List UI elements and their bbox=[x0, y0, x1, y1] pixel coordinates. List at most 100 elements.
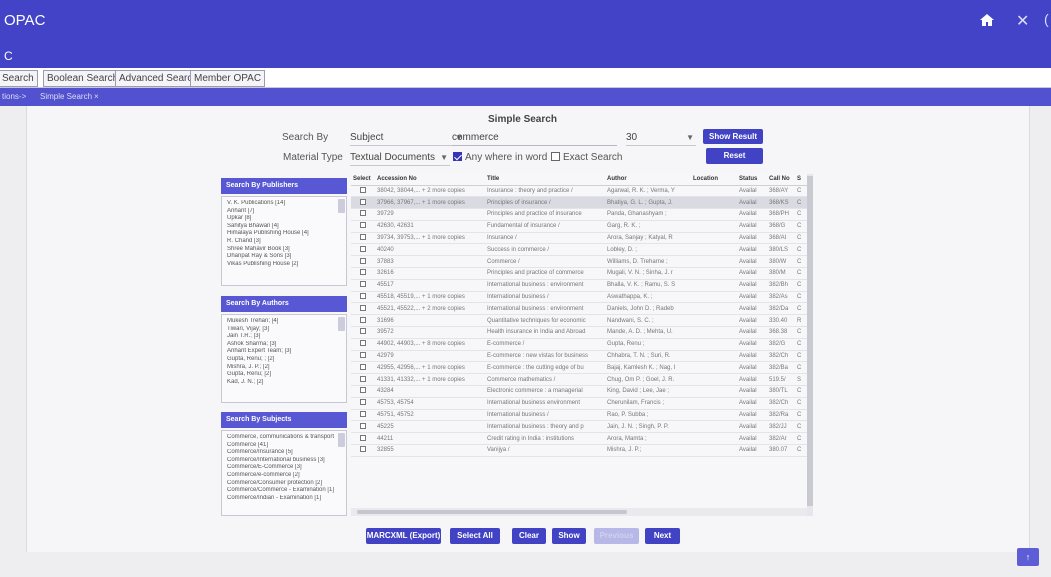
table-row[interactable]: 45518, 45519,... + 1 more copies Internat… bbox=[351, 291, 807, 304]
arrow-up-icon[interactable]: ↑ bbox=[1017, 548, 1039, 566]
table-row[interactable]: 42955, 42956,... + 1 more copies E-commer… bbox=[351, 361, 807, 375]
author-item[interactable]: Gupta, Renu; ; [2] bbox=[227, 356, 334, 364]
publisher-item[interactable]: Vikas Publishing House [2] bbox=[227, 261, 334, 269]
table-row[interactable]: 45753, 45754 International business envir… bbox=[351, 397, 807, 410]
table-row[interactable]: 44902, 44903,... + 8 more copies E-commer… bbox=[351, 338, 807, 351]
subject-item[interactable]: Commerce, communications & transportatio… bbox=[227, 434, 334, 442]
table-row[interactable]: 39572 Health insurance in India and Abroa… bbox=[351, 326, 807, 339]
table-row[interactable]: 40240 Success in commerce / Lobley, D. ; Av… bbox=[351, 243, 807, 257]
row-checkbox[interactable] bbox=[360, 328, 366, 335]
subject-item[interactable]: Commerce/Insurance [5] bbox=[227, 449, 334, 457]
results-hscroll-thumb[interactable] bbox=[357, 510, 627, 514]
row-checkbox[interactable] bbox=[360, 269, 366, 276]
table-row[interactable]: 44211 Credit rating in India : institutio… bbox=[351, 432, 807, 446]
exact-search-option[interactable]: Exact Search bbox=[551, 152, 622, 163]
author-item[interactable]: Jain T.R.; [3] bbox=[227, 333, 334, 341]
table-row[interactable]: 39734, 39753,... + 1 more copies Insuranc… bbox=[351, 232, 807, 245]
table-row[interactable]: 45517 International business : environmen… bbox=[351, 279, 807, 292]
table-row[interactable]: 42979 E-commerce : new vistas for busines… bbox=[351, 350, 807, 363]
row-checkbox[interactable] bbox=[360, 399, 366, 406]
row-checkbox[interactable] bbox=[360, 281, 366, 288]
row-checkbox[interactable] bbox=[360, 210, 366, 217]
publisher-item[interactable]: Sahitya Bhawan [4] bbox=[227, 223, 334, 231]
publishers-list[interactable]: V. K. Publications [14] Arihant [7] Upkar … bbox=[221, 196, 347, 286]
search-by-select[interactable]: Subject ▼ bbox=[350, 130, 465, 146]
tab-boolean-search[interactable]: Boolean Search bbox=[43, 70, 123, 87]
publisher-item[interactable]: Upkar [8] bbox=[227, 215, 334, 223]
row-checkbox[interactable] bbox=[360, 411, 366, 418]
row-checkbox[interactable] bbox=[360, 257, 366, 264]
row-checkbox[interactable] bbox=[360, 434, 366, 441]
breadcrumb-current[interactable]: Simple Search bbox=[40, 92, 92, 101]
row-checkbox[interactable] bbox=[360, 446, 366, 453]
material-type-select[interactable]: Textual Documents ▼ bbox=[350, 150, 450, 166]
table-row[interactable]: 43284 Electronic commerce : a managerial K… bbox=[351, 385, 807, 398]
subjects-scrollbar[interactable] bbox=[338, 433, 345, 447]
table-row[interactable]: 41331, 41332,... + 1 more copies Commerce… bbox=[351, 373, 807, 387]
result-count-select[interactable]: 30 ▼ bbox=[626, 130, 696, 146]
row-checkbox[interactable] bbox=[360, 363, 366, 370]
author-item[interactable]: Tiwari, Vijay; [3] bbox=[227, 326, 334, 334]
breadcrumb-close-icon[interactable]: × bbox=[94, 92, 99, 101]
row-checkbox[interactable] bbox=[360, 198, 366, 205]
table-row[interactable]: 31696 Quantitative techniques for economi… bbox=[351, 314, 807, 328]
table-row[interactable]: 42630, 42631 Fundamental of insurance / Ga… bbox=[351, 220, 807, 233]
row-checkbox[interactable] bbox=[360, 293, 366, 300]
close-icon[interactable]: ✕ bbox=[1016, 11, 1029, 31]
authors-list[interactable]: Mukesh Trehan; [4] Tiwari, Vijay; [3] Jain… bbox=[221, 314, 347, 403]
table-row[interactable]: 45225 International business : theory and… bbox=[351, 420, 807, 434]
subject-item[interactable]: Commerce/Indian - Examination [1] bbox=[227, 495, 334, 503]
row-checkbox[interactable] bbox=[360, 245, 366, 252]
tab-simple-search[interactable]: Search bbox=[0, 70, 38, 87]
publisher-item[interactable]: Arihant [7] bbox=[227, 208, 334, 216]
author-item[interactable]: Gupta, Renu; [2] bbox=[227, 371, 334, 379]
row-checkbox[interactable] bbox=[360, 387, 366, 394]
clear-button[interactable]: Clear bbox=[512, 528, 546, 544]
row-checkbox[interactable] bbox=[360, 340, 366, 347]
any-where-option[interactable]: Any where in word bbox=[453, 152, 547, 163]
row-checkbox[interactable] bbox=[360, 352, 366, 359]
author-item[interactable]: Kad, J. N.; [2] bbox=[227, 379, 334, 387]
search-input[interactable]: commerce bbox=[452, 130, 617, 146]
previous-button[interactable]: Previous bbox=[594, 528, 639, 544]
author-item[interactable]: Ashok Sharma; [3] bbox=[227, 341, 334, 349]
table-row[interactable]: 45521, 45522,... + 2 more copies Internat… bbox=[351, 302, 807, 316]
results-scroll-thumb[interactable] bbox=[807, 176, 813, 506]
table-row[interactable]: 37883 Commerce / Williams, D. Treharne ; Av… bbox=[351, 255, 807, 269]
author-item[interactable]: Mukesh Trehan; [4] bbox=[227, 318, 334, 326]
publisher-item[interactable]: Himalaya Publishing House [4] bbox=[227, 230, 334, 238]
row-checkbox[interactable] bbox=[360, 375, 366, 382]
row-checkbox[interactable] bbox=[360, 222, 366, 229]
row-checkbox[interactable] bbox=[360, 304, 366, 311]
subject-item[interactable]: Commerce/International business [3] bbox=[227, 457, 334, 465]
exact-search-checkbox[interactable] bbox=[551, 152, 560, 161]
results-vertical-scrollbar[interactable] bbox=[807, 174, 813, 516]
table-row[interactable]: 45751, 45752 International business / Rao,… bbox=[351, 409, 807, 422]
table-row[interactable]: 37966, 37967,... + 1 more copies Principl… bbox=[351, 196, 807, 210]
subject-item[interactable]: Commerce/e-commerce [2] bbox=[227, 472, 334, 480]
authors-scrollbar[interactable] bbox=[338, 317, 345, 331]
author-item[interactable]: Mishra, J. P.; [2] bbox=[227, 364, 334, 372]
tab-advanced-search[interactable]: Advanced Search bbox=[115, 70, 202, 87]
tab-member-opac[interactable]: Member OPAC bbox=[190, 70, 266, 87]
marcxml-export-button[interactable]: MARCXML (Export) bbox=[366, 528, 441, 544]
row-checkbox[interactable] bbox=[360, 316, 366, 323]
show-result-button[interactable]: Show Result bbox=[703, 129, 763, 144]
publisher-item[interactable]: Shree Mahavir Book [3] bbox=[227, 246, 334, 254]
table-row[interactable]: 39729 Principles and practice of insuranc… bbox=[351, 208, 807, 221]
subject-item[interactable]: Commerce [41] bbox=[227, 442, 334, 450]
publisher-item[interactable]: V. K. Publications [14] bbox=[227, 200, 334, 208]
next-button[interactable]: Next bbox=[645, 528, 680, 544]
publishers-scrollbar[interactable] bbox=[338, 199, 345, 213]
table-row[interactable]: 32855 Vanijya / Mishra, J. P.; Availal 380.0… bbox=[351, 444, 807, 457]
table-row[interactable]: 32616 Principles and practice of commerce… bbox=[351, 267, 807, 280]
publisher-item[interactable]: R. Chand [3] bbox=[227, 238, 334, 246]
row-checkbox[interactable] bbox=[360, 234, 366, 241]
table-row[interactable]: 38042, 38044,... + 2 more copies Insuranc… bbox=[351, 185, 807, 198]
results-horizontal-scrollbar[interactable] bbox=[351, 508, 807, 516]
subject-item[interactable]: Commerce/E-Commerce [3] bbox=[227, 464, 334, 472]
breadcrumb-parent[interactable]: tions-> bbox=[2, 92, 26, 101]
show-button[interactable]: Show bbox=[552, 528, 586, 544]
reset-button[interactable]: Reset bbox=[706, 148, 763, 164]
publisher-item[interactable]: Dhanpat Ray & Sons [3] bbox=[227, 253, 334, 261]
